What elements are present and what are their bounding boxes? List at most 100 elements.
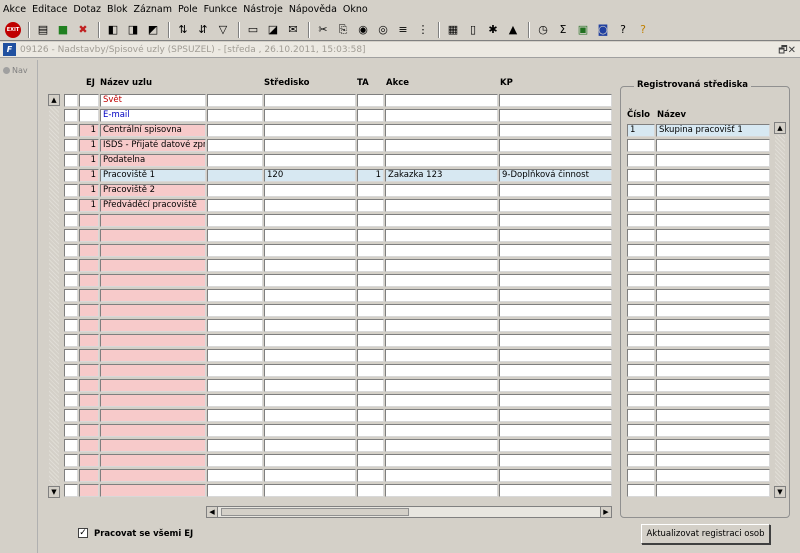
grid-cell-kp[interactable] — [499, 229, 612, 242]
grid-cell-name[interactable]: Centrální spisovna — [100, 124, 206, 137]
grid-cell-name[interactable] — [100, 439, 206, 452]
grid-cell-select[interactable] — [64, 334, 78, 347]
tree-icon[interactable]: ⋮ — [414, 21, 432, 39]
grid-cell-kp[interactable] — [499, 334, 612, 347]
registered-cell-name[interactable] — [656, 244, 770, 257]
grid-cell-ej[interactable] — [79, 424, 99, 437]
grid-cell-center[interactable] — [264, 124, 356, 137]
grid-cell-kp[interactable] — [499, 319, 612, 332]
registered-vertical-scrollbar[interactable]: ▲ ▼ — [774, 122, 786, 498]
grid-cell-name[interactable] — [100, 244, 206, 257]
grid-cell-ej[interactable] — [79, 319, 99, 332]
grid-cell-center[interactable] — [264, 229, 356, 242]
grid-cell-ej[interactable]: 1 — [79, 169, 99, 182]
grid-cell-center[interactable] — [264, 304, 356, 317]
grid-cell-action[interactable] — [385, 139, 498, 152]
registered-cell-name[interactable] — [656, 409, 770, 422]
grid-cell-select[interactable] — [64, 409, 78, 422]
menu-item[interactable]: Nástroje — [243, 4, 283, 15]
grid-cell-action[interactable] — [385, 334, 498, 347]
grid-cell-name[interactable] — [100, 289, 206, 302]
grid-cell-action[interactable] — [385, 184, 498, 197]
grid-cell-kp[interactable] — [499, 214, 612, 227]
grid-cell-ta[interactable] — [357, 259, 384, 272]
grid-cell-center-aux[interactable] — [207, 469, 263, 482]
grid-cell-kp[interactable] — [499, 379, 612, 392]
grid-cell-name[interactable] — [100, 469, 206, 482]
registered-cell-name[interactable] — [656, 154, 770, 167]
registered-cell-name[interactable] — [656, 319, 770, 332]
grid-cell-ta[interactable] — [357, 364, 384, 377]
grid-cell-select[interactable] — [64, 139, 78, 152]
registered-cell-num[interactable] — [627, 439, 655, 452]
registered-cell-name[interactable] — [656, 469, 770, 482]
grid-cell-center[interactable] — [264, 244, 356, 257]
registered-cell-name[interactable] — [656, 364, 770, 377]
registered-cell-num[interactable] — [627, 319, 655, 332]
find-next-icon[interactable]: ◎ — [374, 21, 392, 39]
grid-cell-action[interactable] — [385, 469, 498, 482]
grid-cell-center-aux[interactable] — [207, 364, 263, 377]
grid-cell-center[interactable] — [264, 379, 356, 392]
grid-cell-center[interactable] — [264, 274, 356, 287]
grid-cell-ej[interactable] — [79, 484, 99, 497]
grid-cell-ej[interactable] — [79, 334, 99, 347]
grid-cell-name[interactable] — [100, 424, 206, 437]
grid-cell-action[interactable] — [385, 484, 498, 497]
grid-cell-select[interactable] — [64, 484, 78, 497]
grid-cell-kp[interactable] — [499, 364, 612, 377]
grid-cell-kp[interactable] — [499, 289, 612, 302]
menu-item[interactable]: Blok — [107, 4, 127, 15]
grid-cell-action[interactable] — [385, 154, 498, 167]
grid-cell-center[interactable] — [264, 439, 356, 452]
grid-cell-center-aux[interactable] — [207, 199, 263, 212]
grid-cell-kp[interactable] — [499, 349, 612, 362]
grid-cell-ta[interactable] — [357, 424, 384, 437]
grid-cell-name[interactable]: Pracoviště 2 — [100, 184, 206, 197]
grid-cell-center-aux[interactable] — [207, 334, 263, 347]
grid-cell-center-aux[interactable] — [207, 319, 263, 332]
registered-cell-name[interactable] — [656, 379, 770, 392]
grid-cell-kp[interactable] — [499, 259, 612, 272]
scroll-left-icon[interactable]: ◀ — [206, 506, 218, 518]
grid-cell-name[interactable]: E-mail — [100, 109, 206, 122]
grid-cell-ta[interactable] — [357, 139, 384, 152]
grid-cell-ej[interactable]: 1 — [79, 154, 99, 167]
grid-cell-ta[interactable] — [357, 334, 384, 347]
grid-cell-ej[interactable] — [79, 94, 99, 107]
menu-item[interactable]: Pole — [178, 4, 198, 15]
grid-cell-ta[interactable] — [357, 454, 384, 467]
scroll-down-icon[interactable]: ▼ — [774, 486, 786, 498]
registered-cell-name[interactable] — [656, 334, 770, 347]
grid-cell-center[interactable] — [264, 154, 356, 167]
grid-cell-center[interactable] — [264, 394, 356, 407]
scroll-down-icon[interactable]: ▼ — [48, 486, 60, 498]
grid-cell-name[interactable] — [100, 484, 206, 497]
grid-cell-ej[interactable] — [79, 349, 99, 362]
grid-cell-center-aux[interactable] — [207, 214, 263, 227]
grid-cell-select[interactable] — [64, 469, 78, 482]
grid-cell-ta[interactable] — [357, 244, 384, 257]
grid-cell-select[interactable] — [64, 154, 78, 167]
registered-cell-num[interactable] — [627, 274, 655, 287]
grid-cell-action[interactable] — [385, 94, 498, 107]
menu-item[interactable]: Editace — [32, 4, 67, 15]
grid-cell-center-aux[interactable] — [207, 274, 263, 287]
grid-cell-name[interactable] — [100, 259, 206, 272]
grid-cell-select[interactable] — [64, 349, 78, 362]
grid-cell-select[interactable] — [64, 94, 78, 107]
grid-cell-kp[interactable] — [499, 439, 612, 452]
document-icon[interactable]: ▯ — [464, 21, 482, 39]
grid-cell-ej[interactable] — [79, 109, 99, 122]
grid-cell-ta[interactable] — [357, 109, 384, 122]
grid-cell-action[interactable] — [385, 274, 498, 287]
grid-cell-center-aux[interactable] — [207, 154, 263, 167]
registered-cell-name[interactable] — [656, 304, 770, 317]
grid-cell-ta[interactable]: 1 — [357, 169, 384, 182]
grid-cell-action[interactable] — [385, 259, 498, 272]
grid-cell-center-aux[interactable] — [207, 379, 263, 392]
grid-cell-ta[interactable] — [357, 274, 384, 287]
grid-cell-kp[interactable] — [499, 424, 612, 437]
registered-cell-name[interactable] — [656, 439, 770, 452]
print-icon[interactable]: ▭ — [244, 21, 262, 39]
